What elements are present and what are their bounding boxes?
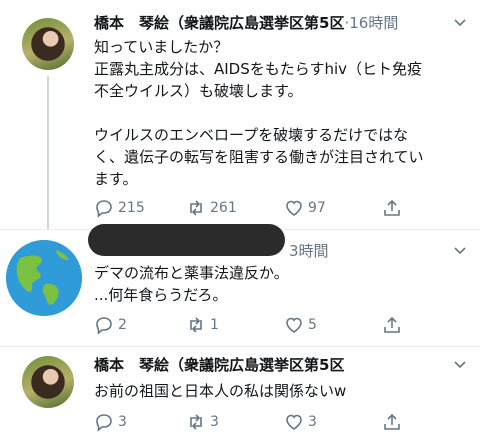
reply-button[interactable]: 2 bbox=[94, 315, 127, 335]
retweet-icon bbox=[190, 200, 202, 216]
tweet2-text: デマの流布と薬事法違反か。 ...何年食らうだろ。 bbox=[94, 262, 289, 306]
chevron-down-icon[interactable] bbox=[454, 358, 466, 370]
reply-count: 215 bbox=[118, 200, 145, 216]
tweet3-text: お前の祖国と日本人の私は関係ないw bbox=[94, 380, 346, 402]
avatar-tweet3[interactable] bbox=[22, 356, 74, 408]
like-button[interactable]: 3 bbox=[284, 412, 317, 432]
tweet1-line bbox=[94, 102, 424, 124]
like-count: 3 bbox=[308, 414, 317, 430]
share-button[interactable] bbox=[382, 198, 402, 218]
chevron-down-icon[interactable] bbox=[454, 244, 466, 256]
reply-button[interactable]: 215 bbox=[94, 198, 145, 218]
like-icon bbox=[286, 414, 302, 430]
tweet2-line: デマの流布と薬事法違反か。 bbox=[94, 264, 289, 282]
reply-icon bbox=[96, 317, 112, 335]
retweet-count: 1 bbox=[210, 317, 219, 333]
tweet1-header: 橋本 琴絵（衆議院広島選挙区第5区·16時間 bbox=[94, 14, 399, 32]
tweet3-author-name[interactable]: 橋本 琴絵（衆議院広島選挙区第5区 bbox=[94, 356, 344, 374]
tweet1-line: 正露丸主成分は、AIDSをもたらすhiv（ヒト免疫 bbox=[94, 60, 423, 78]
tweet1-actions: 215 261 97 bbox=[94, 198, 454, 220]
thread-line bbox=[47, 76, 49, 229]
tweet1-line: 不全ウイルス）も破壊します。 bbox=[94, 82, 303, 100]
like-button[interactable]: 97 bbox=[284, 198, 326, 218]
retweet-button[interactable]: 3 bbox=[186, 412, 219, 432]
tweet1-text: 知っていましたか？ 正露丸主成分は、AIDSをもたらすhiv（ヒト免疫 不全ウイ… bbox=[94, 36, 424, 190]
like-count: 5 bbox=[308, 317, 317, 333]
avatar-tweet2[interactable] bbox=[6, 240, 82, 316]
tweet1-line: ます。 bbox=[94, 170, 138, 188]
tweet2-actions: 2 1 5 bbox=[94, 315, 454, 337]
retweet-button[interactable]: 1 bbox=[186, 315, 219, 335]
share-icon bbox=[384, 316, 400, 333]
tweet2-timestamp[interactable]: 3時間 bbox=[289, 240, 329, 261]
retweet-icon bbox=[190, 317, 202, 333]
reply-icon bbox=[96, 200, 112, 218]
globe-icon bbox=[6, 240, 82, 316]
tweet3-actions: 3 3 3 bbox=[94, 412, 454, 434]
chevron-down-icon[interactable] bbox=[454, 16, 466, 28]
redacted-name bbox=[88, 224, 285, 256]
share-icon bbox=[384, 413, 400, 430]
retweet-button[interactable]: 261 bbox=[186, 198, 237, 218]
like-icon bbox=[286, 200, 302, 216]
reply-count: 3 bbox=[118, 414, 127, 430]
tweet2-line: ...何年食らうだろ。 bbox=[94, 286, 228, 304]
tweet1-line: く、遺伝子の転写を阻害する働きが注目されてい bbox=[94, 148, 424, 166]
reply-button[interactable]: 3 bbox=[94, 412, 127, 432]
avatar-tweet1[interactable] bbox=[22, 18, 74, 70]
tweet1-timestamp[interactable]: 16時間 bbox=[349, 14, 398, 32]
share-button[interactable] bbox=[382, 412, 402, 432]
tweet1-line: 知っていましたか？ bbox=[94, 38, 229, 56]
reply-icon bbox=[96, 414, 112, 432]
tweet3-line: お前の祖国と日本人の私は関係ないw bbox=[94, 382, 347, 400]
retweet-icon bbox=[190, 414, 202, 430]
retweet-count: 261 bbox=[210, 200, 237, 216]
reply-count: 2 bbox=[118, 317, 127, 333]
share-button[interactable] bbox=[382, 315, 402, 335]
tweet3-header: 橋本 琴絵（衆議院広島選挙区第5区 bbox=[94, 354, 344, 375]
share-icon bbox=[384, 199, 400, 216]
like-count: 97 bbox=[308, 200, 326, 216]
tweet1-line: ウイルスのエンベロープを破壊するだけではな bbox=[94, 126, 409, 144]
like-icon bbox=[286, 317, 302, 333]
divider bbox=[0, 346, 480, 347]
tweet1-author-name[interactable]: 橋本 琴絵（衆議院広島選挙区第5区 bbox=[94, 14, 344, 32]
retweet-count: 3 bbox=[210, 414, 219, 430]
like-button[interactable]: 5 bbox=[284, 315, 317, 335]
